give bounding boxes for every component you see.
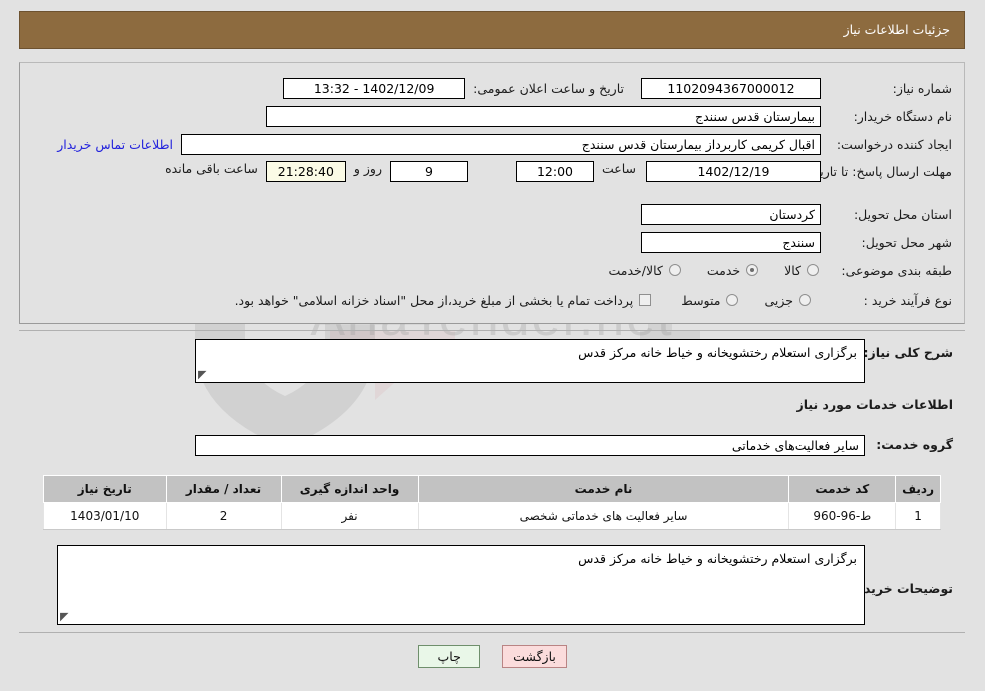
hour-value: 12:00 xyxy=(515,161,594,182)
city-value: سنندج xyxy=(641,231,821,253)
province-value: کردستان xyxy=(641,203,821,225)
days-label: روز و xyxy=(353,161,382,176)
radio-icon-jozee[interactable] xyxy=(799,294,811,306)
resize-grip-icon[interactable]: ◥ xyxy=(198,368,208,381)
page-title: جزئیات اطلاعات نیاز xyxy=(19,11,965,49)
services-section-title: اطلاعات خدمات مورد نیاز xyxy=(796,397,954,412)
deadline-label: مهلت ارسال پاسخ: تا تاریخ: xyxy=(807,164,952,179)
process-type-option-jozee-label: جزیی xyxy=(764,292,793,308)
buyer-org-label: نام دستگاه خریدار: xyxy=(853,108,952,124)
announce-datetime-label: تاریخ و ساعت اعلان عمومی: xyxy=(473,80,624,96)
service-group-label: گروه خدمت: xyxy=(876,437,953,452)
deadline-date-value: 1402/12/19 xyxy=(646,161,821,182)
resize-grip-icon-notes[interactable]: ◥ xyxy=(60,610,70,623)
table-header-quantity: تعداد / مقدار xyxy=(165,475,282,503)
treasury-bond-note: پرداخت تمام یا بخشی از مبلغ خرید،از محل … xyxy=(234,292,634,308)
radio-icon-kala-khedmat[interactable] xyxy=(668,264,681,276)
province-row: استان محل تحویل: کردستان xyxy=(641,203,952,225)
general-description-textarea[interactable]: برگزاری استعلام رختشویخانه و خیاط خانه م… xyxy=(195,339,865,383)
table-header-code: کد خدمت xyxy=(788,475,897,503)
classification-option-khedmat-label: خدمت xyxy=(706,262,741,278)
classification-option-kala-khedmat[interactable]: کالا/خدمت xyxy=(608,262,681,278)
cell-unit: نفر xyxy=(280,502,419,530)
province-label: استان محل تحویل: xyxy=(853,206,952,222)
cell-code: ط-96-960 xyxy=(788,502,897,530)
classification-option-kala-label: کالا xyxy=(784,262,801,278)
deadline-row: مهلت ارسال پاسخ: تا تاریخ: 1402/12/19 سا… xyxy=(165,161,952,201)
announce-datetime-row: تاریخ و ساعت اعلان عمومی: 1402/12/09 - 1… xyxy=(283,77,624,99)
need-number-row: شماره نیاز: 1102094367000012 xyxy=(641,77,952,99)
classification-option-kala[interactable]: کالا xyxy=(784,263,819,278)
radio-icon-khedmat[interactable] xyxy=(746,264,759,276)
service-group-value: سایر فعالیت‌های خدماتی xyxy=(195,435,865,456)
buyer-contact-link[interactable]: اطلاعات تماس خریدار xyxy=(57,137,173,152)
general-description-label: شرح کلی نیاز: xyxy=(863,345,953,360)
hour-label: ساعت xyxy=(601,161,636,176)
table-header-unit: واحد اندازه گیری xyxy=(280,475,419,503)
back-button[interactable]: بازگشت xyxy=(502,645,567,668)
buyer-org-value: بیمارستان قدس سنندج xyxy=(266,105,821,127)
buyer-org-row: نام دستگاه خریدار: بیمارستان قدس سنندج xyxy=(266,105,952,127)
process-type-label: نوع فرآیند خرید : xyxy=(863,292,952,308)
buyer-notes-value: برگزاری استعلام رختشویخانه و خیاط خانه م… xyxy=(578,551,857,566)
requester-value: اقبال کریمی کاربرداز بیمارستان قدس سنندج xyxy=(181,133,821,155)
general-description-value: برگزاری استعلام رختشویخانه و خیاط خانه م… xyxy=(578,345,857,360)
need-number-label: شماره نیاز: xyxy=(892,80,952,96)
cell-name: سایر فعالیت های خدماتی شخصی xyxy=(417,502,790,530)
action-button-bar: بازگشت چاپ xyxy=(0,645,985,668)
classification-row: طبقه بندی موضوعی: کالا خدمت کالا/خدمت xyxy=(608,259,952,281)
table-header-date: تاریخ نیاز xyxy=(43,475,167,503)
services-panel: شرح کلی نیاز: برگزاری استعلام رختشویخانه… xyxy=(19,330,965,633)
radio-icon-kala[interactable] xyxy=(807,264,819,276)
classification-label: طبقه بندی موضوعی: xyxy=(841,262,952,278)
classification-option-khedmat[interactable]: خدمت xyxy=(706,262,759,278)
buyer-notes-textarea[interactable]: برگزاری استعلام رختشویخانه و خیاط خانه م… xyxy=(57,545,865,625)
print-button[interactable]: چاپ xyxy=(418,645,481,668)
table-header-radif: ردیف xyxy=(895,475,941,503)
countdown-label: ساعت باقی مانده xyxy=(165,161,258,176)
table-row: 1 ط-96-960 سایر فعالیت های خدماتی شخصی ن… xyxy=(43,502,941,530)
classification-option-kala-khedmat-label: کالا/خدمت xyxy=(608,262,663,278)
cell-date: 1403/01/10 xyxy=(43,502,167,530)
city-label: شهر محل تحویل: xyxy=(861,234,952,250)
countdown-value: 21:28:40 xyxy=(265,161,346,182)
need-details-panel: شماره نیاز: 1102094367000012 تاریخ و ساع… xyxy=(19,62,965,324)
process-type-option-motevaset[interactable]: متوسط xyxy=(681,292,739,308)
cell-radif: 1 xyxy=(895,502,941,530)
process-type-row: نوع فرآیند خرید : جزیی متوسط پرداخت تمام… xyxy=(235,289,952,311)
table-header-row: ردیف کد خدمت نام خدمت واحد اندازه گیری ت… xyxy=(43,475,941,503)
checkbox-icon-treasury-bond[interactable] xyxy=(639,294,652,306)
city-row: شهر محل تحویل: سنندج xyxy=(641,231,952,253)
announce-datetime-value: 1402/12/09 - 13:32 xyxy=(283,77,466,99)
requester-row: ایجاد کننده درخواست: اقبال کریمی کاربردا… xyxy=(57,133,952,155)
requester-label: ایجاد کننده درخواست: xyxy=(836,136,952,152)
treasury-bond-option[interactable]: پرداخت تمام یا بخشی از مبلغ خرید،از محل … xyxy=(235,293,652,308)
radio-icon-motevaset[interactable] xyxy=(726,294,739,306)
process-type-option-motevaset-label: متوسط xyxy=(681,292,721,308)
table-header-name: نام خدمت xyxy=(417,475,790,503)
process-type-option-jozee[interactable]: جزیی xyxy=(764,293,811,308)
need-number-value: 1102094367000012 xyxy=(641,77,821,99)
page-root: AriaTender.net جزئیات اطلاعات نیاز شماره… xyxy=(0,0,985,691)
services-table: ردیف کد خدمت نام خدمت واحد اندازه گیری ت… xyxy=(43,475,941,530)
days-remaining-value: 9 xyxy=(389,161,468,182)
cell-quantity: 2 xyxy=(165,502,282,530)
